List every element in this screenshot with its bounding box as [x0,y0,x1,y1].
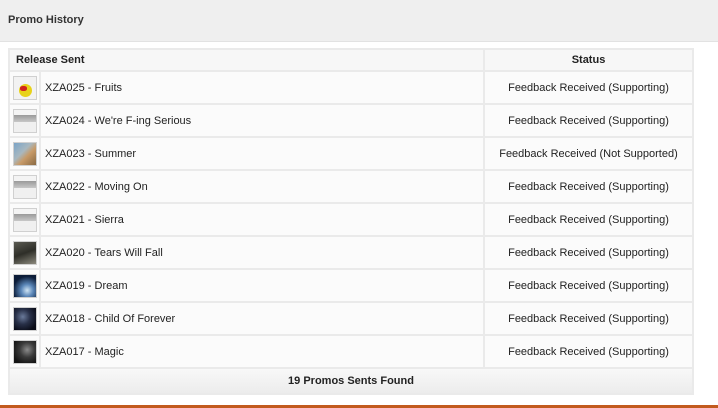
column-header-release-sent[interactable]: Release Sent [10,50,483,70]
table-row[interactable]: XZA017 - Magic Feedback Received (Support… [10,336,692,367]
release-thumbnail-cell [10,105,39,136]
release-title[interactable]: XZA020 - Tears Will Fall [41,237,483,268]
promo-count-summary: 19 Promos Sents Found [10,369,692,393]
release-cover-thumbnail[interactable] [12,306,37,331]
release-cover-thumbnail[interactable] [12,75,37,100]
release-thumbnail-cell [10,72,39,103]
release-cover-thumbnail[interactable] [12,273,37,298]
release-status: Feedback Received (Supporting) [485,270,692,301]
table-row[interactable]: XZA023 - Summer Feedback Received (Not Su… [10,138,692,169]
release-title[interactable]: XZA019 - Dream [41,270,483,301]
release-status: Feedback Received (Supporting) [485,72,692,103]
release-title[interactable]: XZA022 - Moving On [41,171,483,202]
release-status: Feedback Received (Not Supported) [485,138,692,169]
release-status: Feedback Received (Supporting) [485,237,692,268]
table-row[interactable]: XZA021 - Sierra Feedback Received (Suppor… [10,204,692,235]
release-title[interactable]: XZA018 - Child Of Forever [41,303,483,334]
table-row[interactable]: XZA025 - Fruits Feedback Received (Suppor… [10,72,692,103]
release-title[interactable]: XZA024 - We're F-ing Serious [41,105,483,136]
release-thumbnail-cell [10,336,39,367]
panel-header: Promo History [0,0,718,42]
release-title[interactable]: XZA017 - Magic [41,336,483,367]
promo-history-table: Release Sent Status XZA025 - Fruits Feedb… [8,48,694,395]
release-status: Feedback Received (Supporting) [485,336,692,367]
table-header-row: Release Sent Status [10,50,692,70]
release-status: Feedback Received (Supporting) [485,303,692,334]
release-title[interactable]: XZA025 - Fruits [41,72,483,103]
release-thumbnail-cell [10,303,39,334]
release-status: Feedback Received (Supporting) [485,105,692,136]
release-status: Feedback Received (Supporting) [485,204,692,235]
release-title[interactable]: XZA021 - Sierra [41,204,483,235]
release-thumbnail-cell [10,270,39,301]
table-row[interactable]: XZA019 - Dream Feedback Received (Support… [10,270,692,301]
release-thumbnail-cell [10,138,39,169]
table-footer-row: 19 Promos Sents Found [10,369,692,393]
release-cover-thumbnail[interactable] [12,108,37,133]
column-header-status[interactable]: Status [485,50,692,70]
table-row[interactable]: XZA018 - Child Of Forever Feedback Receiv… [10,303,692,334]
release-cover-thumbnail[interactable] [12,174,37,199]
release-thumbnail-cell [10,237,39,268]
release-cover-thumbnail[interactable] [12,339,37,364]
release-status: Feedback Received (Supporting) [485,171,692,202]
promo-history-table-wrap: Release Sent Status XZA025 - Fruits Feedb… [8,48,694,395]
table-row[interactable]: XZA024 - We're F-ing Serious Feedback Rec… [10,105,692,136]
release-thumbnail-cell [10,171,39,202]
release-cover-thumbnail[interactable] [12,141,37,166]
release-title[interactable]: XZA023 - Summer [41,138,483,169]
table-row[interactable]: XZA022 - Moving On Feedback Received (Sup… [10,171,692,202]
release-thumbnail-cell [10,204,39,235]
release-cover-thumbnail[interactable] [12,240,37,265]
table-row[interactable]: XZA020 - Tears Will Fall Feedback Receive… [10,237,692,268]
panel-title: Promo History [8,14,84,26]
release-cover-thumbnail[interactable] [12,207,37,232]
